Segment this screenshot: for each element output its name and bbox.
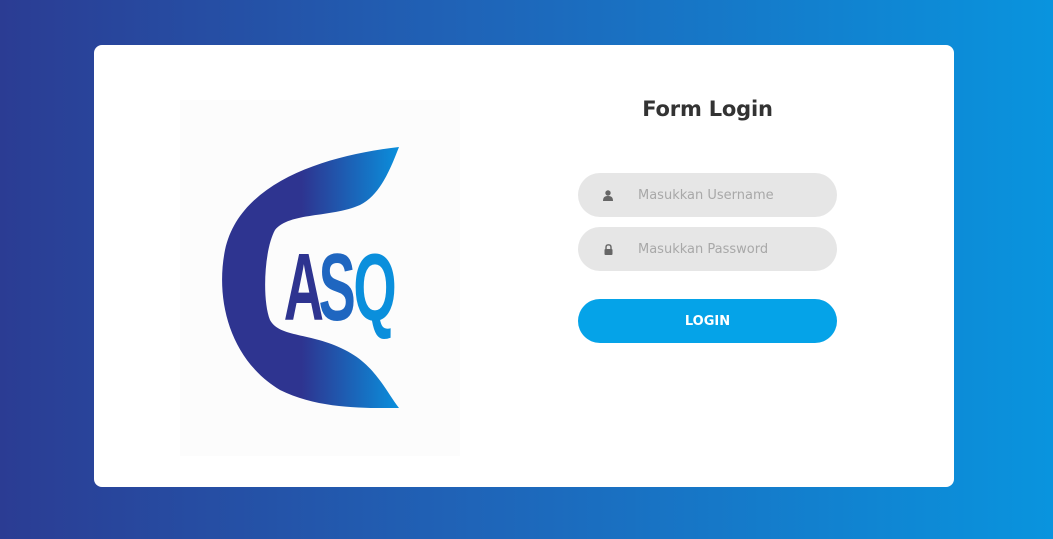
username-input[interactable] (638, 187, 818, 203)
user-icon (578, 189, 638, 201)
lock-icon (578, 243, 638, 255)
logo: A S Q (180, 100, 460, 456)
logo-text-q: Q (353, 233, 396, 341)
login-button[interactable]: LOGIN (578, 299, 837, 343)
password-field-wrapper[interactable] (578, 227, 837, 271)
password-input[interactable] (638, 241, 818, 257)
login-card: A S Q Form Login LOGIN (94, 45, 954, 487)
logo-text-a: A (284, 233, 324, 341)
logo-text-s: S (319, 233, 356, 341)
form-title: Form Login (642, 97, 773, 121)
username-field-wrapper[interactable] (578, 173, 837, 217)
asq-logo-image: A S Q (222, 147, 399, 409)
